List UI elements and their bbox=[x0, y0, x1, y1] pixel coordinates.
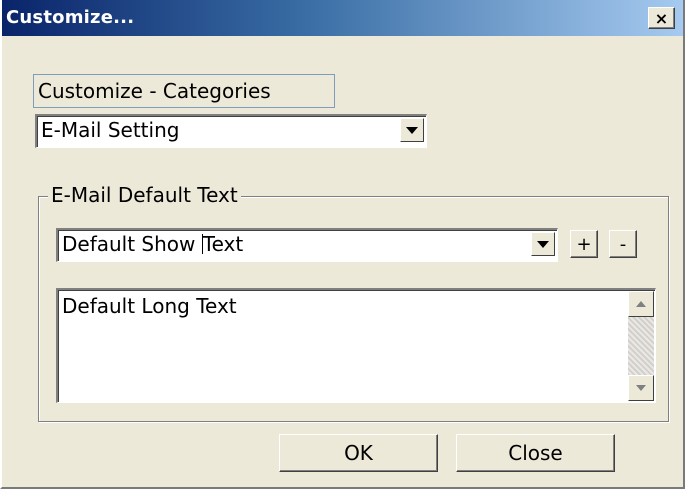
window-title: Customize... bbox=[6, 7, 135, 28]
category-select[interactable]: E-Mail Setting bbox=[35, 114, 427, 148]
title-bar[interactable]: Customize... × bbox=[2, 0, 683, 36]
default-show-text-combo[interactable]: Default Show Text bbox=[56, 228, 558, 262]
close-icon: × bbox=[654, 8, 669, 28]
chevron-down-icon bbox=[537, 240, 549, 248]
chevron-down-icon bbox=[406, 126, 418, 134]
arrow-down-icon bbox=[636, 385, 646, 391]
show-text-part-2: Text bbox=[202, 232, 244, 256]
scroll-down-button[interactable] bbox=[628, 375, 654, 401]
close-window-button[interactable]: × bbox=[648, 7, 675, 29]
category-dropdown-button[interactable] bbox=[400, 118, 424, 142]
show-text-dropdown-button[interactable] bbox=[531, 232, 555, 256]
add-text-button[interactable]: + bbox=[570, 230, 598, 258]
scroll-up-button[interactable] bbox=[628, 291, 654, 317]
long-text-value: Default Long Text bbox=[62, 294, 237, 318]
show-text-part-1: Default Show bbox=[62, 232, 202, 256]
category-select-value: E-Mail Setting bbox=[41, 118, 180, 142]
close-button[interactable]: Close bbox=[456, 434, 615, 472]
default-show-text-value: Default Show Text bbox=[62, 232, 243, 256]
remove-text-button[interactable]: - bbox=[609, 230, 637, 258]
long-text-scrollbar[interactable] bbox=[628, 291, 654, 401]
customize-dialog: Customize... × Customize - Categories E-… bbox=[0, 0, 685, 489]
arrow-up-icon bbox=[636, 301, 646, 307]
ok-button[interactable]: OK bbox=[279, 434, 438, 472]
long-text-area[interactable]: Default Long Text bbox=[56, 288, 656, 403]
categories-label: Customize - Categories bbox=[33, 74, 335, 108]
group-legend: E-Mail Default Text bbox=[48, 183, 241, 207]
